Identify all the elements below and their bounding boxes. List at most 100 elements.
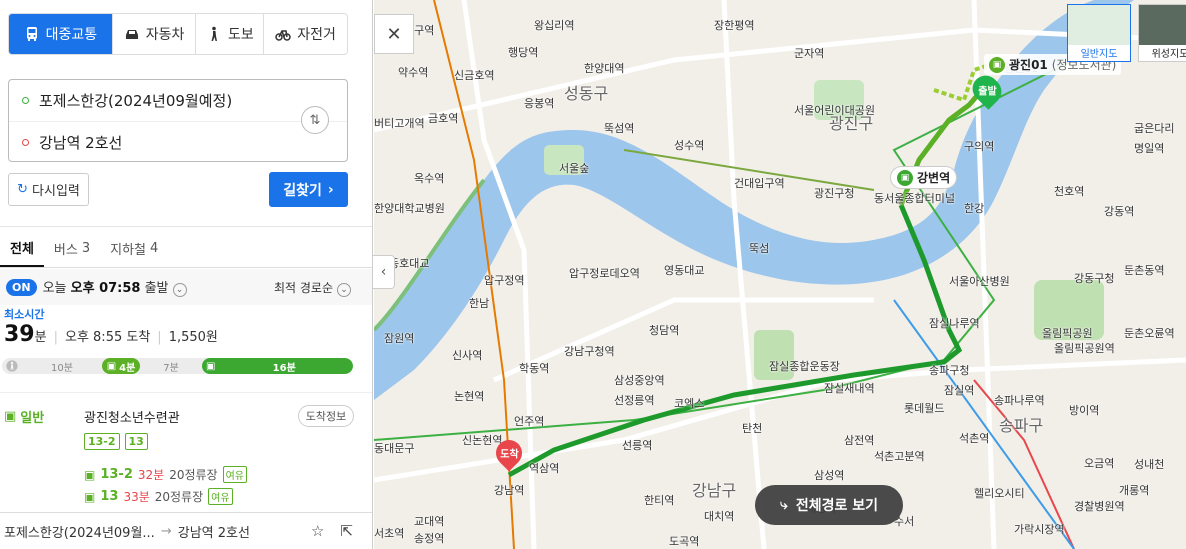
map-view[interactable]: 청구역왕십리역응봉역장한평역약수역신금호역행당역한양대역군자역광진01성동구버티…	[374, 0, 1186, 549]
mode-transit[interactable]: 대중교통	[9, 14, 112, 54]
route-type: ▣ 일반	[4, 407, 44, 426]
map-place-label: 성동구	[564, 84, 609, 103]
map-type-label: 위성지도	[1151, 49, 1186, 60]
destination-dot-icon	[22, 138, 29, 146]
destination-text: 강남역 2호선	[39, 133, 123, 152]
address-box: 포제스한강(2024년09월예정) 강남역 2호선 ⇅	[8, 79, 348, 162]
map-place-label: 강동역	[1104, 205, 1135, 218]
map-place-label: 대치역	[704, 510, 735, 523]
map-place-label: 강남구	[692, 481, 737, 500]
segment-walk: 10분	[51, 362, 73, 374]
map-place-label: 롯데월드	[904, 402, 945, 415]
map-type-satellite[interactable]: 위성지도	[1138, 4, 1186, 62]
map-place-label: 한양대학교병원	[374, 202, 445, 215]
map-place-label: 개롱역	[1119, 484, 1150, 497]
mode-bike[interactable]: 자전거	[263, 14, 347, 54]
map-labels: 청구역왕십리역응봉역장한평역약수역신금호역행당역한양대역군자역광진01성동구버티…	[374, 0, 1186, 549]
walk-icon	[211, 26, 217, 41]
realtime-toggle[interactable]: ON	[6, 278, 37, 296]
route-panel: 대중교통 자동차 도보 자전거 포제스한강(2024년09월예정) 강남역 2호…	[0, 0, 373, 549]
chevron-right-icon: ›	[327, 181, 334, 198]
map-place-label: 신논현역	[462, 434, 503, 447]
result-tabs: 전체 버스 3 지하철 4	[0, 230, 372, 268]
mode-label: 자동차	[145, 27, 185, 43]
map-place-label: 송파나루역	[994, 394, 1045, 407]
mode-car[interactable]: 자동차	[111, 14, 196, 54]
route-footer: 포제스한강(2024년09월... → 강남역 2호선 ☆ ⇱	[0, 512, 372, 549]
map-place-label: 석촌역	[959, 432, 990, 445]
chevron-left-icon: ‹	[380, 264, 387, 280]
arrival-info-button[interactable]: 도착정보	[298, 405, 354, 427]
map-place-label: 천호역	[1054, 185, 1085, 198]
transfer-marker[interactable]: ▣ 강변역	[890, 166, 958, 189]
map-place-label: 뚝섬역	[604, 122, 635, 135]
collapse-panel-button[interactable]: ‹	[373, 255, 395, 289]
close-icon[interactable]: ✕	[374, 14, 414, 54]
mode-walk[interactable]: 도보	[195, 14, 263, 54]
search-button[interactable]: 길찾기 ›	[269, 172, 348, 207]
map-place-label: 영동대교	[664, 264, 705, 277]
map-place-label: 동대문구	[374, 442, 415, 455]
end-label: 도착	[499, 449, 519, 461]
destination-field[interactable]: 강남역 2호선	[9, 121, 347, 162]
origin-field[interactable]: 포제스한강(2024년09월예정)	[9, 80, 347, 121]
tab-label: 전체	[10, 242, 34, 257]
map-place-label: 삼성중앙역	[614, 374, 665, 387]
mode-label: 도보	[227, 27, 254, 43]
transfer-label: 강변역	[917, 171, 951, 185]
map-place-label: 잠실종합운동장	[769, 360, 840, 373]
bus-arrival-row[interactable]: ▣ 13 33분 20정류장 여유	[84, 488, 233, 505]
map-place-label: 서울아산병원	[949, 275, 1010, 288]
share-icon[interactable]: ⇱	[340, 522, 353, 540]
map-place-label: 코엑스	[674, 397, 705, 410]
map-place-label: 서초역	[374, 527, 405, 540]
map-place-label: 서울숲	[559, 162, 590, 175]
divider	[0, 392, 372, 393]
tab-bus[interactable]: 버스 3	[44, 230, 100, 267]
map-place-label: 군자역	[794, 47, 825, 60]
bus-icon: ▣	[4, 409, 17, 424]
reset-button[interactable]: ↻ 다시입력	[8, 173, 89, 206]
map-type-normal[interactable]: 일반지도	[1067, 4, 1131, 62]
divider	[0, 226, 372, 227]
map-place-label: 응봉역	[524, 97, 555, 110]
subway-icon: ▣	[206, 360, 216, 372]
bus-stop-name[interactable]: 광진청소년수련관	[84, 407, 180, 426]
segment-label: 16분	[272, 362, 296, 374]
map-place-label: 탄천	[742, 422, 763, 435]
map-place-label: 강남구청역	[564, 345, 615, 358]
map-type-label: 일반지도	[1080, 49, 1118, 60]
bus-number-badges: 13-2 13	[84, 433, 148, 450]
bus-stops: 20정류장	[169, 468, 218, 482]
map-place-label: 압구정로데오역	[569, 267, 640, 280]
arrow-right-icon: →	[160, 523, 172, 539]
swap-icon[interactable]: ⇅	[301, 106, 329, 134]
sort-select[interactable]: 최적 경로순 ⌄	[274, 279, 351, 297]
mode-label: 자전거	[297, 27, 336, 43]
fare: 1,550원	[168, 330, 218, 345]
segment-bus: ▣ 4분	[102, 358, 140, 374]
tab-subway[interactable]: 지하철 4	[100, 230, 168, 267]
bus-number: 13	[100, 489, 119, 504]
route-summary[interactable]: 39 분 | 오후 8:55 도착 | 1,550원	[4, 322, 218, 347]
map-place-label: 언주역	[514, 415, 545, 428]
chevron-down-icon: ⌄	[337, 283, 351, 297]
bus-badge[interactable]: 13	[124, 433, 148, 450]
duration-unit: 분	[34, 330, 47, 345]
depart-label: 출발	[144, 281, 169, 296]
map-place-label: 압구정역	[484, 274, 525, 287]
map-place-label: 가락시장역	[1014, 523, 1065, 536]
full-route-button[interactable]: ⤷ 전체경로 보기	[755, 485, 903, 525]
bus-arrival-row[interactable]: ▣ 13-2 32분 20정류장 여유	[84, 466, 247, 483]
map-place-label: 송정역	[414, 532, 445, 545]
map-place-label: 경찰병원역	[1074, 500, 1125, 513]
today-label: 오늘	[42, 281, 67, 296]
bus-wait: 33분	[123, 490, 150, 504]
star-icon[interactable]: ☆	[311, 522, 324, 540]
map-place-label: 구의역	[964, 140, 995, 153]
bus-badge[interactable]: 13-2	[84, 433, 120, 450]
map-thumbnail	[1068, 5, 1130, 45]
departure-time[interactable]: 오늘 오후 07:58 출발 ⌄	[43, 277, 187, 297]
map-place-label: 둔촌오륜역	[1124, 327, 1175, 340]
tab-all[interactable]: 전체	[0, 230, 44, 267]
